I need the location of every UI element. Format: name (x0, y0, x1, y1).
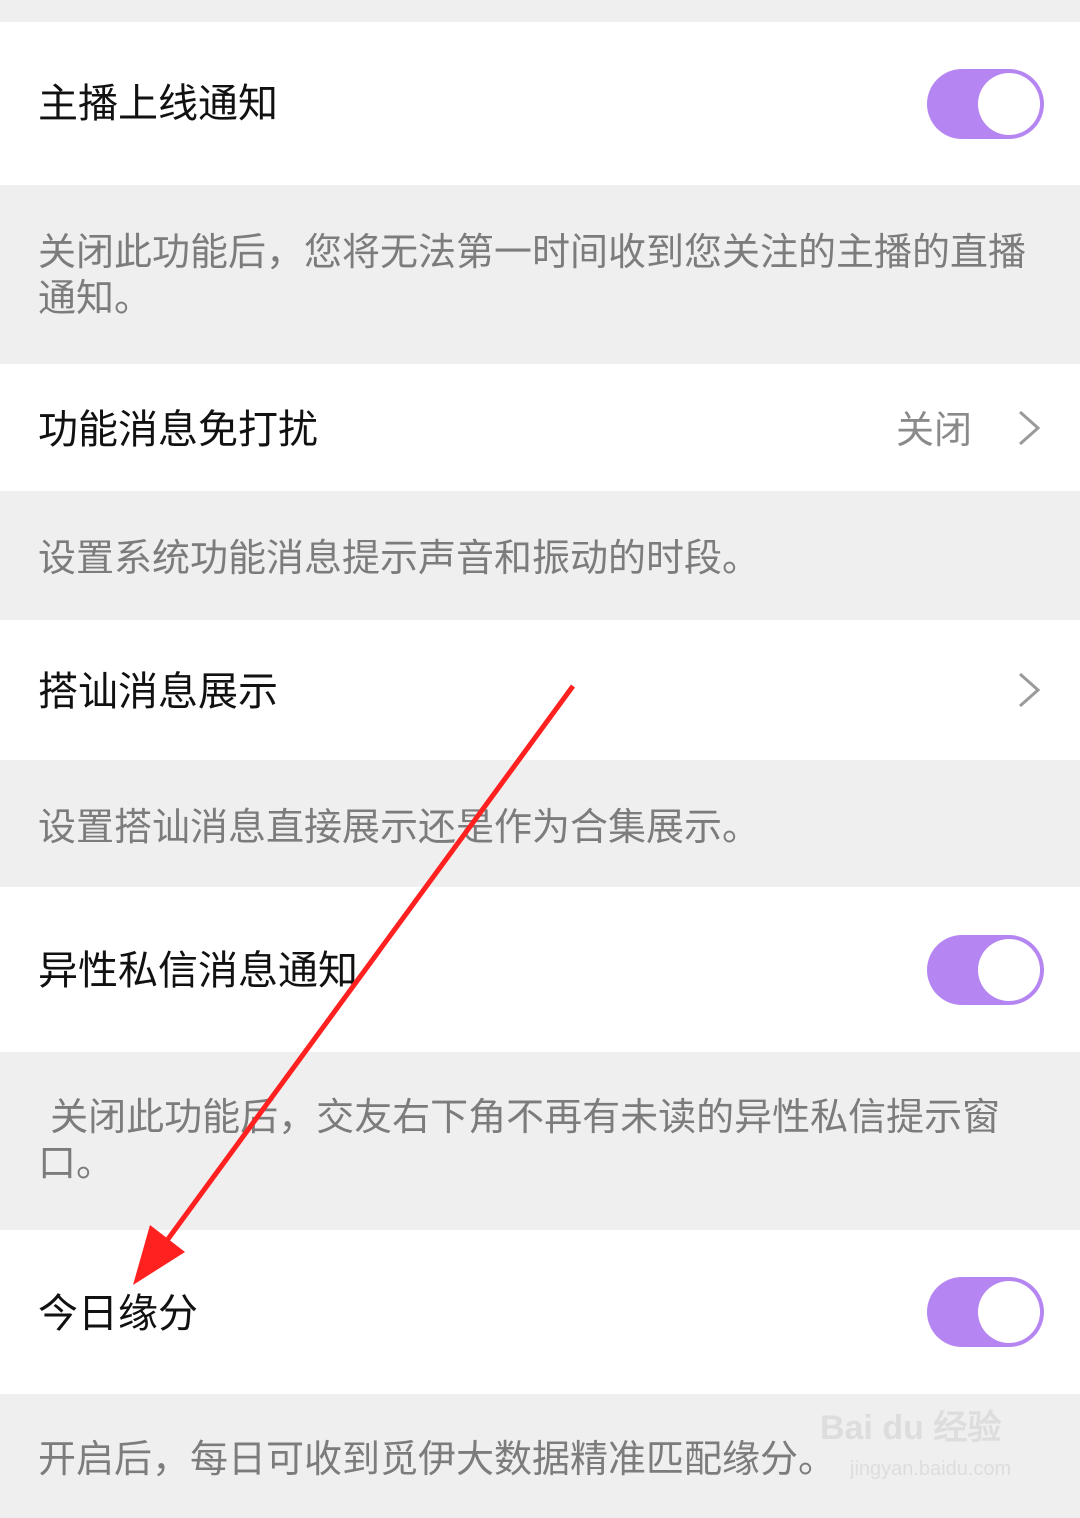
setting-description-block: 关闭此功能后，交友右下角不再有未读的异性私信提示窗口。 (0, 1052, 1080, 1230)
setting-description-block: 设置搭讪消息直接展示还是作为合集展示。 (0, 760, 1080, 887)
toggle-knob (978, 939, 1040, 1001)
setting-title: 功能消息免打扰 (38, 407, 318, 453)
setting-description: 关闭此功能后，您将无法第一时间收到您关注的主播的直播通知。 (38, 230, 1027, 320)
setting-description-block: 关闭此功能后，您将无法第一时间收到您关注的主播的直播通知。 (0, 185, 1080, 364)
setting-row-private-message[interactable]: 异性私信消息通知 (0, 887, 1080, 1052)
toggle-knob (978, 73, 1040, 135)
setting-row-daily-match[interactable]: 今日缘分 (0, 1230, 1080, 1394)
setting-description-block: 设置系统功能消息提示声音和振动的时段。 (0, 491, 1080, 620)
chevron-right-icon (1019, 410, 1041, 446)
watermark-url: jingyan.baidu.com (850, 1458, 1012, 1480)
setting-row-streamer-online[interactable]: 主播上线通知 (0, 22, 1080, 185)
setting-title: 异性私信消息通知 (38, 948, 358, 994)
daily-match-toggle[interactable] (927, 1277, 1044, 1347)
setting-row-chat-display[interactable]: 搭讪消息展示 (0, 620, 1080, 760)
streamer-online-toggle[interactable] (927, 69, 1044, 139)
watermark-brand: Bai du 经验 (820, 1409, 1002, 1447)
setting-row-dnd[interactable]: 功能消息免打扰 关闭 (0, 364, 1080, 491)
chevron-right-icon (1019, 672, 1041, 708)
setting-description: 关闭此功能后，交友右下角不再有未读的异性私信提示窗口。 (38, 1095, 1001, 1185)
setting-title: 主播上线通知 (38, 81, 278, 127)
private-message-toggle[interactable] (927, 935, 1044, 1005)
dnd-status-value: 关闭 (895, 408, 972, 452)
setting-title: 今日缘分 (38, 1291, 198, 1337)
top-divider (0, 0, 1080, 22)
setting-description: 设置系统功能消息提示声音和振动的时段。 (38, 536, 761, 580)
toggle-knob (978, 1281, 1040, 1343)
baidu-watermark: Bai du 经验 jingyan.baidu.com (820, 1400, 1020, 1495)
setting-title: 搭讪消息展示 (38, 669, 278, 715)
setting-description: 设置搭讪消息直接展示还是作为合集展示。 (38, 805, 761, 849)
